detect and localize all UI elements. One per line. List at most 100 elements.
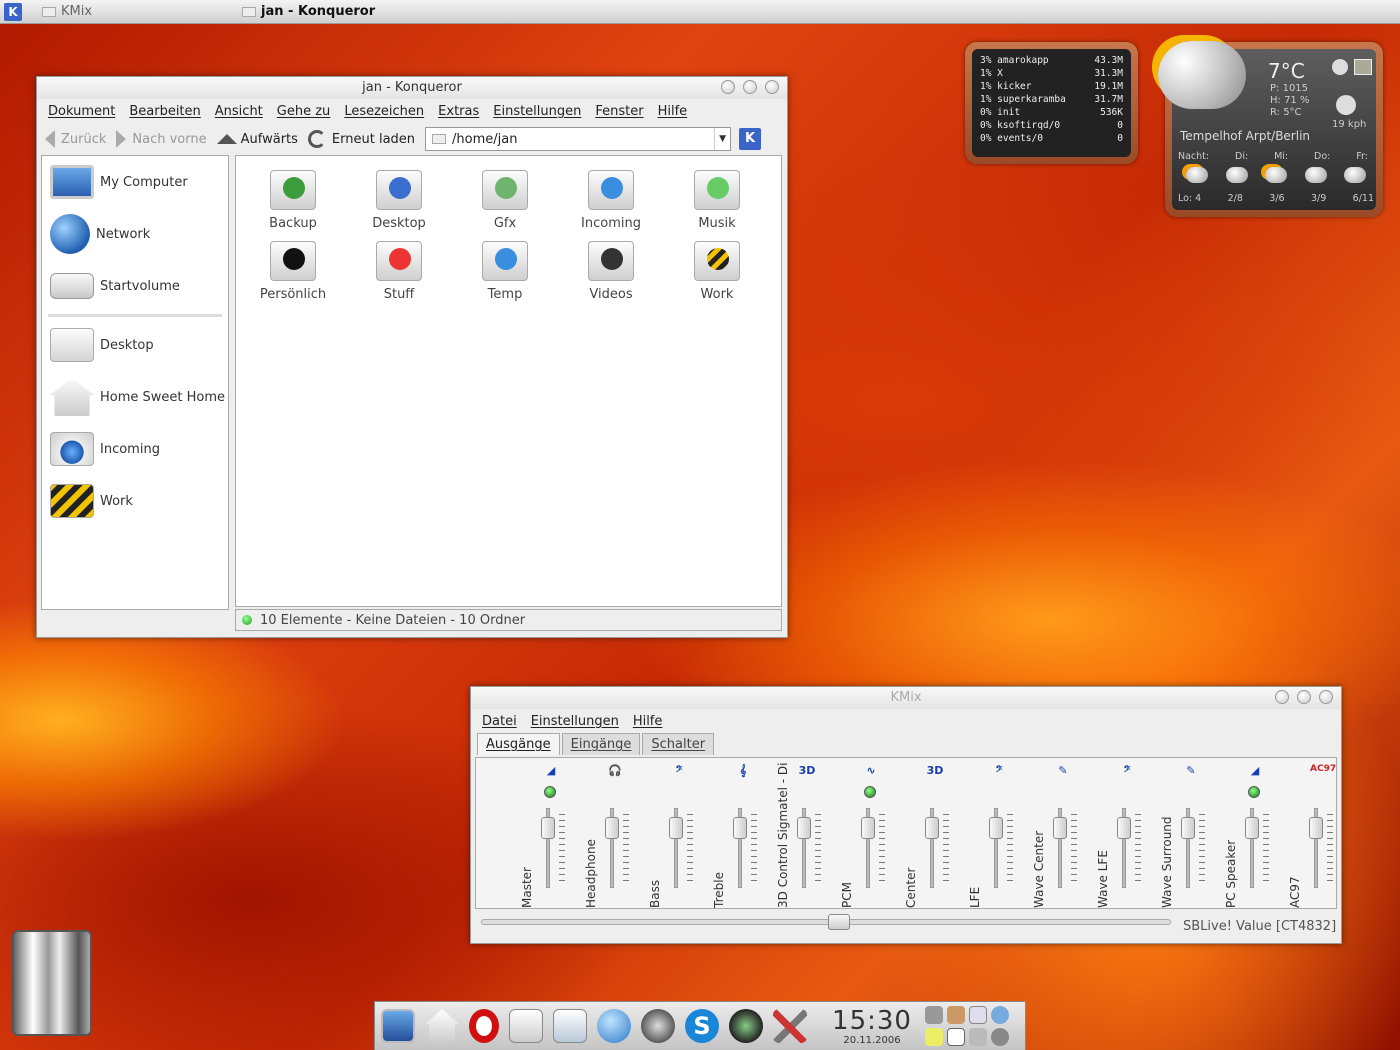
location: Tempelhof Arpt/Berlin <box>1180 129 1311 143</box>
kmix-menu-item[interactable]: Einstellungen <box>531 714 619 729</box>
back-button[interactable]: Zurück <box>45 130 106 148</box>
chat-icon[interactable] <box>597 1009 631 1043</box>
balance-slider[interactable] <box>481 914 1171 930</box>
location-input[interactable]: /home/jan ▼ <box>425 127 732 151</box>
maximize-button[interactable] <box>743 80 757 94</box>
task-kmix[interactable]: KMix <box>42 4 92 19</box>
mute-led[interactable] <box>1248 786 1260 798</box>
paste-icon[interactable] <box>947 1028 965 1046</box>
settings-icon[interactable] <box>773 1009 807 1043</box>
maximize-button[interactable] <box>1297 690 1311 704</box>
sidebar-item[interactable]: Network <box>42 208 228 260</box>
volume-thumb[interactable] <box>797 816 811 839</box>
network-icon[interactable] <box>991 1006 1009 1024</box>
folder-label: Videos <box>589 287 633 302</box>
tab-0[interactable]: Ausgänge <box>477 733 560 755</box>
tab-1[interactable]: Eingänge <box>561 733 641 755</box>
window-title: jan - Konqueror <box>362 80 462 95</box>
task-konqueror[interactable]: jan - Konqueror <box>242 4 375 19</box>
sidebar-item[interactable]: Home Sweet Home <box>42 371 228 423</box>
folder-item[interactable]: Stuff <box>346 241 452 302</box>
volume-thumb[interactable] <box>1309 816 1323 839</box>
folder-item[interactable]: Videos <box>558 241 664 302</box>
folder-item[interactable]: Work <box>664 241 770 302</box>
mute-led[interactable] <box>864 786 876 798</box>
up-button[interactable]: Aufwärts <box>216 132 298 147</box>
folder-item[interactable]: Desktop <box>346 170 452 231</box>
volume-thumb[interactable] <box>669 816 683 839</box>
calendar-icon[interactable] <box>969 1006 987 1024</box>
volume-thumb[interactable] <box>1053 816 1067 839</box>
volume-thumb[interactable] <box>925 816 939 839</box>
menu-item-2[interactable]: Ansicht <box>215 104 263 119</box>
folder-item[interactable]: Incoming <box>558 170 664 231</box>
skype-icon[interactable]: S <box>685 1009 719 1043</box>
folder-item[interactable]: Temp <box>452 241 558 302</box>
sidebar-item[interactable]: Work <box>42 475 228 527</box>
sidebar-item[interactable]: Startvolume <box>42 260 228 312</box>
mute-led[interactable] <box>544 786 556 798</box>
kde-menu-icon[interactable]: K <box>4 2 22 21</box>
folder-label: Persönlich <box>259 287 327 302</box>
menu-item-4[interactable]: Lesezeichen <box>344 104 424 119</box>
minimize-button[interactable] <box>1275 690 1289 704</box>
channel-icon: 3D <box>926 764 944 777</box>
clipboard-icon[interactable] <box>947 1006 965 1024</box>
work-folder-icon <box>50 484 94 518</box>
forecast-day: Do: <box>1314 151 1331 162</box>
lock-icon[interactable] <box>969 1028 987 1046</box>
channel-label: AC97 <box>1288 876 1302 908</box>
menu-item-6[interactable]: Einstellungen <box>493 104 581 119</box>
forward-button[interactable]: Nach vorne <box>116 130 207 148</box>
amarok-icon[interactable] <box>729 1009 763 1043</box>
volume-thumb[interactable] <box>1181 816 1195 839</box>
menu-item-5[interactable]: Extras <box>438 104 479 119</box>
kmix-menu-item[interactable]: Datei <box>482 714 517 729</box>
desktop-icon[interactable] <box>381 1009 415 1043</box>
close-button[interactable] <box>765 80 779 94</box>
volume-thumb[interactable] <box>733 816 747 839</box>
volume-thumb[interactable] <box>541 816 555 839</box>
menu-item-1[interactable]: Bearbeiten <box>129 104 200 119</box>
sidebar-item[interactable]: Desktop <box>42 319 228 371</box>
speaker-icon[interactable] <box>925 1006 943 1024</box>
mail-icon[interactable] <box>509 1009 543 1043</box>
konqueror-menubar: Dokument Bearbeiten Ansicht Gehe zu Lesezeic… <box>37 99 787 123</box>
folder-item[interactable]: Backup <box>240 170 346 231</box>
chevron-down-icon[interactable]: ▼ <box>714 128 730 150</box>
kmix-menu-item[interactable]: Hilfe <box>633 714 663 729</box>
kde-logo-icon[interactable]: K <box>739 128 762 150</box>
home-icon[interactable] <box>425 1009 459 1043</box>
folder-item[interactable]: Persönlich <box>240 241 346 302</box>
reload-button[interactable]: Erneut laden <box>307 130 415 148</box>
tab-2[interactable]: Schalter <box>642 733 715 755</box>
work-folder-icon <box>694 241 740 281</box>
menu-item-8[interactable]: Hilfe <box>658 104 688 119</box>
volume-thumb[interactable] <box>1245 816 1259 839</box>
addressbook-icon[interactable] <box>553 1009 587 1043</box>
menu-item-0[interactable]: Dokument <box>48 104 115 119</box>
menu-item-7[interactable]: Fenster <box>595 104 643 119</box>
volume-thumb[interactable] <box>861 816 875 839</box>
folder-item[interactable]: Gfx <box>452 170 558 231</box>
volume-thumb[interactable] <box>1117 816 1131 839</box>
power-icon[interactable] <box>991 1028 1009 1046</box>
volume-thumb[interactable] <box>989 816 1003 839</box>
trash-icon[interactable] <box>12 930 92 1036</box>
status-bar: 10 Elemente - Keine Dateien - 10 Ordner <box>235 609 782 631</box>
konqueror-titlebar[interactable]: jan - Konqueror <box>37 77 787 99</box>
folder-item[interactable]: Musik <box>664 170 770 231</box>
volume-thumb[interactable] <box>605 816 619 839</box>
opera-icon[interactable] <box>469 1009 499 1043</box>
sidebar-item[interactable]: Incoming <box>42 423 228 475</box>
clock[interactable]: 15:30 20.11.2006 <box>827 1007 917 1046</box>
process-name: 1% X <box>980 68 1003 79</box>
close-button[interactable] <box>1319 690 1333 704</box>
minimize-button[interactable] <box>721 80 735 94</box>
messenger-icon[interactable] <box>641 1009 675 1043</box>
sidebar-item[interactable]: My Computer <box>42 156 228 208</box>
menu-item-3[interactable]: Gehe zu <box>277 104 331 119</box>
kmix-titlebar[interactable]: KMix <box>471 687 1341 709</box>
balance-thumb[interactable] <box>828 914 850 930</box>
notes-icon[interactable] <box>925 1028 943 1046</box>
